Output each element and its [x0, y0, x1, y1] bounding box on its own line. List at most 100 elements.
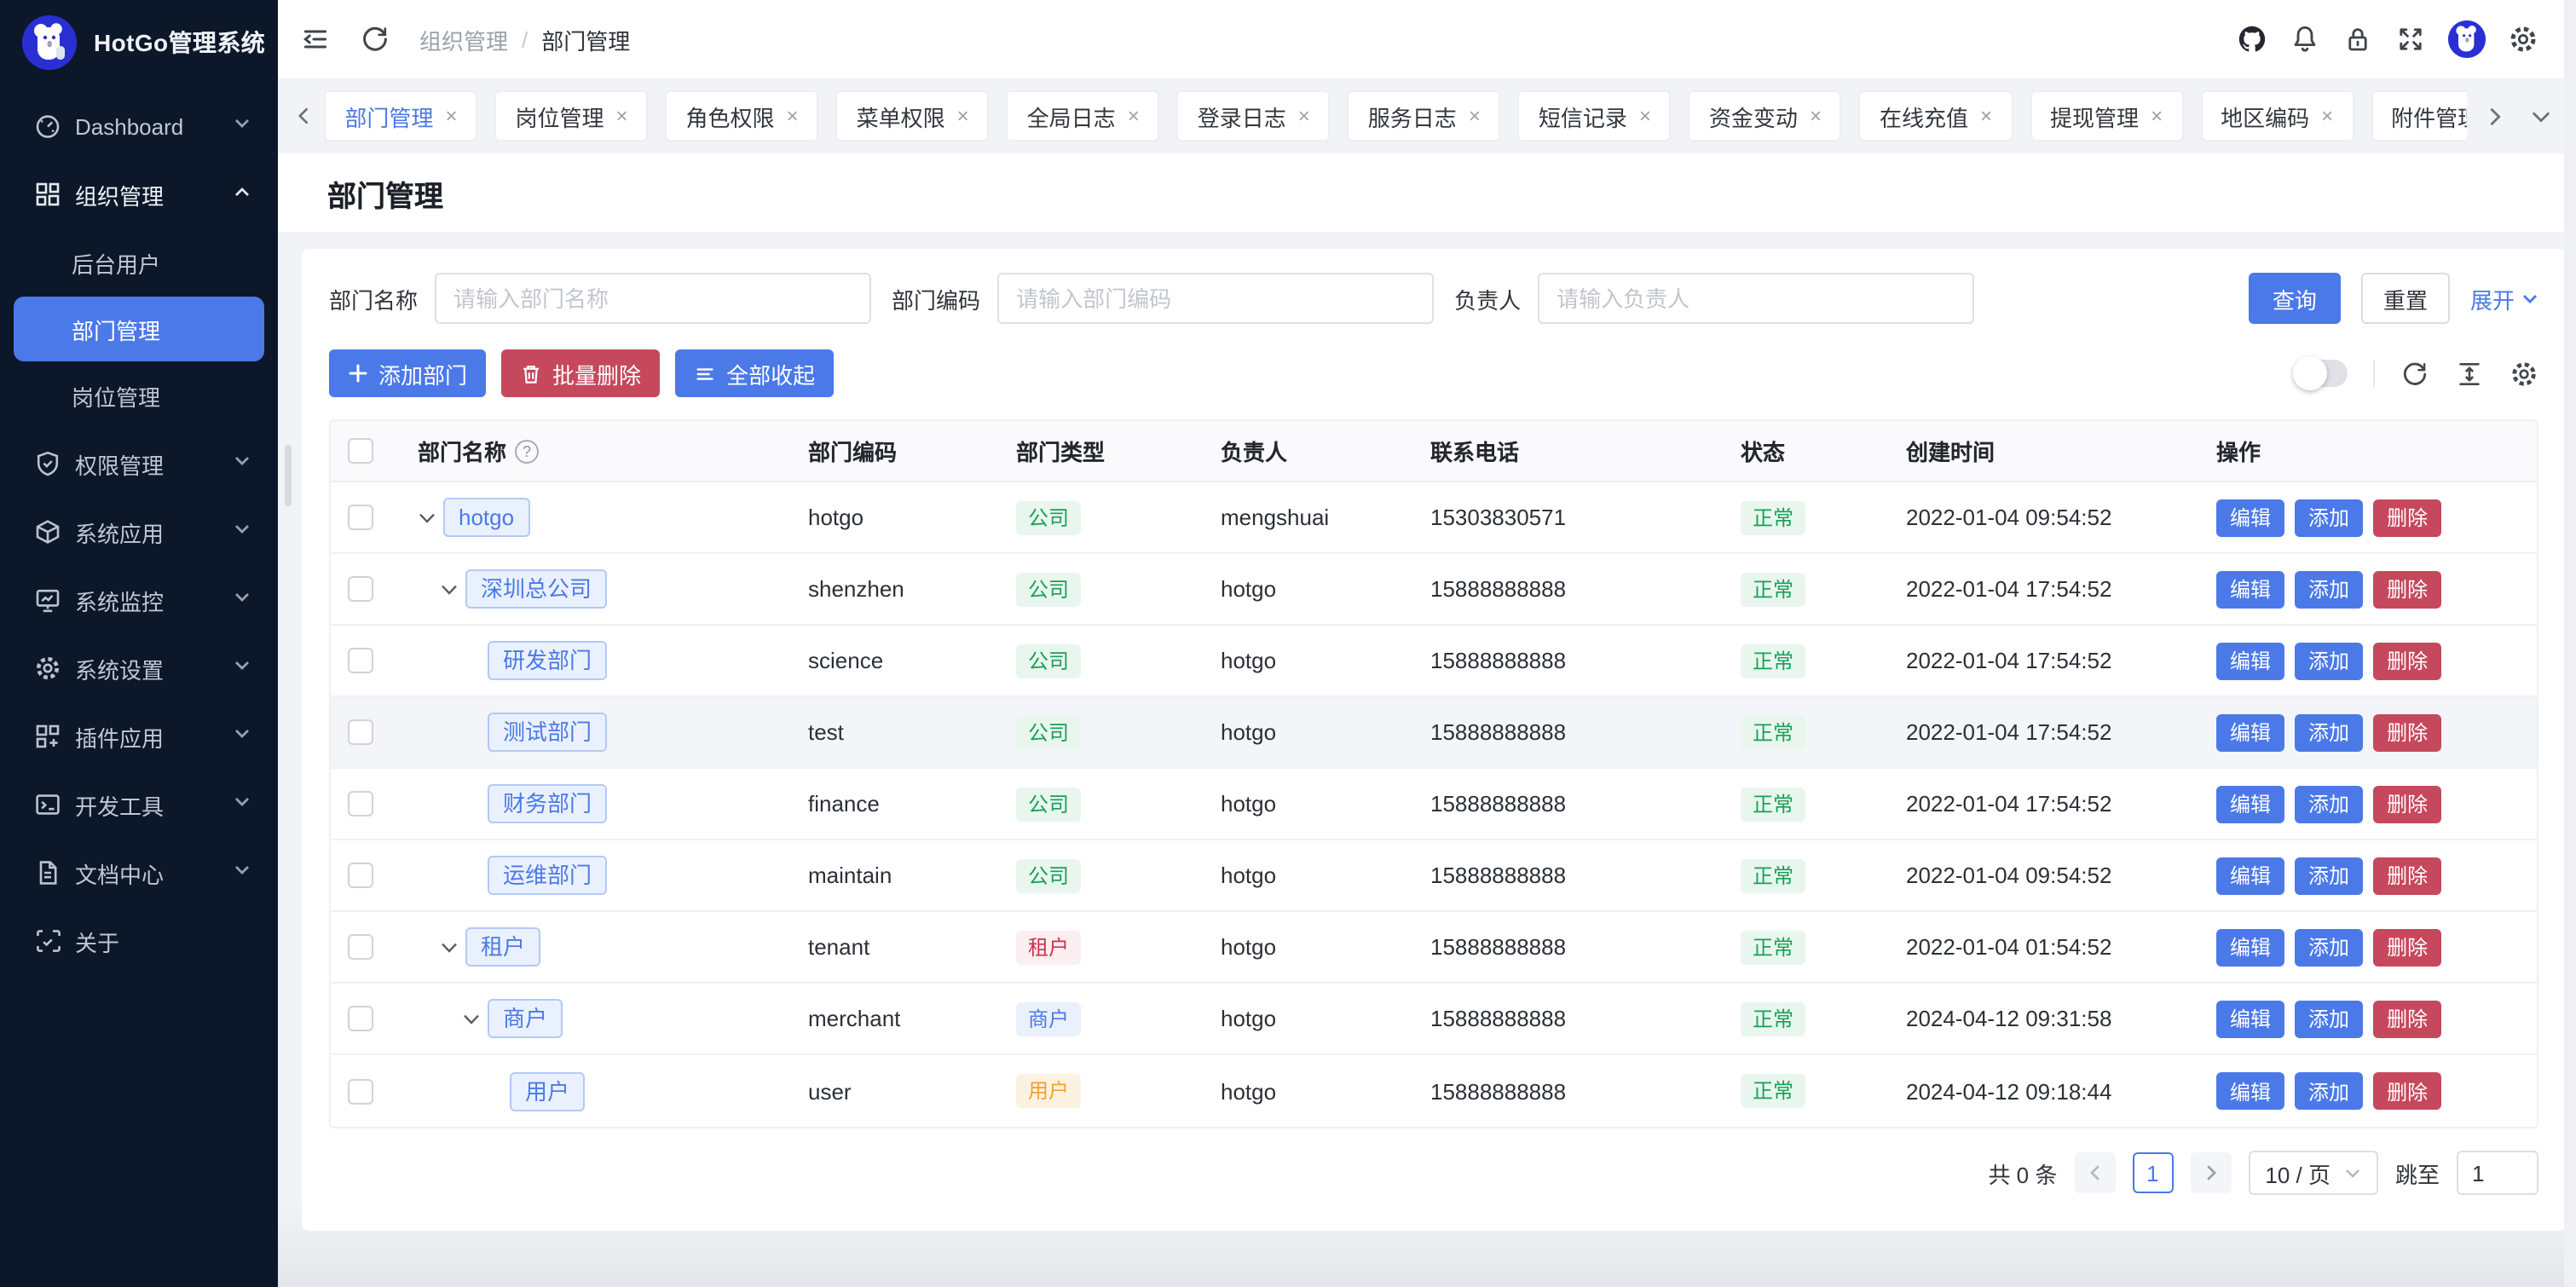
delete-button[interactable]: 删除: [2373, 499, 2441, 536]
edit-button[interactable]: 编辑: [2216, 642, 2284, 679]
expand-chevron-icon[interactable]: [440, 934, 465, 960]
sidebar-item-about[interactable]: 关于: [0, 907, 278, 975]
tab-department[interactable]: 部门管理×: [324, 90, 477, 141]
tabs-scroll-right-icon[interactable]: [2484, 105, 2506, 127]
leader-input[interactable]: [1538, 273, 1974, 324]
edit-button[interactable]: 编辑: [2216, 1000, 2284, 1037]
expand-chevron-icon[interactable]: [418, 505, 443, 530]
tabs-menu-chevron-icon[interactable]: [2530, 105, 2552, 127]
next-page-button[interactable]: [2190, 1152, 2231, 1193]
tab-attachment[interactable]: 附件管理×: [2371, 90, 2467, 141]
page-number-button[interactable]: 1: [2132, 1152, 2173, 1193]
delete-button[interactable]: 删除: [2373, 570, 2441, 608]
batch-delete-button[interactable]: 批量删除: [501, 349, 660, 397]
dept-name-tag[interactable]: 研发部门: [488, 641, 607, 680]
add-button[interactable]: 添加: [2295, 713, 2363, 751]
dept-name-tag[interactable]: 深圳总公司: [465, 569, 607, 609]
row-checkbox[interactable]: [348, 863, 373, 888]
expand-chevron-icon[interactable]: [462, 1006, 488, 1031]
expand-link[interactable]: 展开: [2470, 282, 2538, 315]
dept-name-tag[interactable]: 用户: [510, 1071, 585, 1111]
sidebar-item-backend-users[interactable]: 后台用户: [0, 228, 278, 297]
tabs-scroll-left-icon[interactable]: [293, 104, 314, 128]
sidebar-item-permission[interactable]: 权限管理: [0, 430, 278, 498]
sidebar-item-dashboard[interactable]: Dashboard: [0, 92, 278, 160]
gear-icon[interactable]: [2508, 24, 2538, 55]
sidebar-item-department-management[interactable]: 部门管理: [14, 297, 264, 361]
close-icon[interactable]: ×: [1469, 106, 1481, 126]
expand-chevron-icon[interactable]: [440, 576, 465, 602]
edit-button[interactable]: 编辑: [2216, 785, 2284, 822]
row-checkbox[interactable]: [348, 1078, 373, 1104]
row-checkbox[interactable]: [348, 505, 373, 530]
close-icon[interactable]: ×: [1128, 106, 1140, 126]
sidebar-item-organization[interactable]: 组织管理: [0, 160, 278, 228]
delete-button[interactable]: 删除: [2373, 1000, 2441, 1037]
tab-fund-change[interactable]: 资金变动×: [1689, 90, 1842, 141]
sidebar-item-system-app[interactable]: 系统应用: [0, 498, 278, 566]
close-icon[interactable]: ×: [2151, 106, 2163, 126]
close-icon[interactable]: ×: [787, 106, 799, 126]
sidebar-scrollbar-thumb[interactable]: [285, 445, 292, 506]
add-button[interactable]: 添加: [2295, 928, 2363, 966]
close-icon[interactable]: ×: [1298, 106, 1310, 126]
tab-sms-record[interactable]: 短信记录×: [1518, 90, 1672, 141]
menu-fold-icon[interactable]: [300, 24, 331, 55]
row-checkbox[interactable]: [348, 1006, 373, 1031]
edit-button[interactable]: 编辑: [2216, 499, 2284, 536]
delete-button[interactable]: 删除: [2373, 857, 2441, 894]
sidebar-item-doc-center[interactable]: 文档中心: [0, 839, 278, 907]
page-size-select[interactable]: 10 / 页: [2248, 1151, 2378, 1195]
help-icon[interactable]: ?: [515, 439, 539, 463]
row-checkbox[interactable]: [348, 719, 373, 745]
dept-code-input[interactable]: [997, 273, 1434, 324]
collapse-all-button[interactable]: 全部收起: [675, 349, 834, 397]
add-button[interactable]: 添加: [2295, 570, 2363, 608]
query-button[interactable]: 查询: [2249, 273, 2341, 324]
sidebar-item-system-monitor[interactable]: 系统监控: [0, 566, 278, 634]
user-avatar[interactable]: [2448, 20, 2486, 58]
tab-service-log[interactable]: 服务日志×: [1348, 90, 1501, 141]
page-scrollbar-track[interactable]: [2564, 0, 2576, 1287]
github-icon[interactable]: [2237, 24, 2267, 55]
dept-name-tag[interactable]: hotgo: [443, 498, 529, 537]
tab-withdraw[interactable]: 提现管理×: [2030, 90, 2183, 141]
tab-login-log[interactable]: 登录日志×: [1177, 90, 1331, 141]
logo-row[interactable]: HotGo管理系统: [0, 0, 278, 85]
prev-page-button[interactable]: [2074, 1152, 2115, 1193]
close-icon[interactable]: ×: [1810, 106, 1822, 126]
row-checkbox[interactable]: [348, 648, 373, 673]
dept-name-tag[interactable]: 商户: [488, 999, 563, 1038]
edit-button[interactable]: 编辑: [2216, 713, 2284, 751]
tab-menu-permission[interactable]: 菜单权限×: [836, 90, 990, 141]
close-icon[interactable]: ×: [616, 106, 628, 126]
delete-button[interactable]: 删除: [2373, 785, 2441, 822]
edit-button[interactable]: 编辑: [2216, 857, 2284, 894]
select-all-checkbox[interactable]: [348, 438, 373, 464]
bell-icon[interactable]: [2290, 24, 2320, 55]
delete-button[interactable]: 删除: [2373, 928, 2441, 966]
lock-icon[interactable]: [2342, 24, 2373, 55]
dept-name-tag[interactable]: 财务部门: [488, 784, 607, 823]
add-button[interactable]: 添加: [2295, 857, 2363, 894]
tab-role[interactable]: 角色权限×: [666, 90, 819, 141]
dept-name-input[interactable]: [435, 273, 871, 324]
edit-button[interactable]: 编辑: [2216, 1072, 2284, 1110]
refresh-icon[interactable]: [360, 24, 390, 55]
dept-name-tag[interactable]: 测试部门: [488, 713, 607, 752]
close-icon[interactable]: ×: [1639, 106, 1651, 126]
striped-toggle[interactable]: [2295, 360, 2348, 387]
tab-post[interactable]: 岗位管理×: [494, 90, 648, 141]
dept-name-tag[interactable]: 运维部门: [488, 856, 607, 895]
add-button[interactable]: 添加: [2295, 1072, 2363, 1110]
row-checkbox[interactable]: [348, 791, 373, 817]
column-settings-icon[interactable]: [2510, 359, 2538, 388]
close-icon[interactable]: ×: [957, 106, 969, 126]
tab-global-log[interactable]: 全局日志×: [1007, 90, 1160, 141]
sidebar-item-dev-tools[interactable]: 开发工具: [0, 770, 278, 839]
add-button[interactable]: 添加: [2295, 642, 2363, 679]
reset-button[interactable]: 重置: [2361, 273, 2450, 324]
add-button[interactable]: 添加: [2295, 785, 2363, 822]
jump-page-input[interactable]: [2457, 1151, 2538, 1195]
row-checkbox[interactable]: [348, 934, 373, 960]
